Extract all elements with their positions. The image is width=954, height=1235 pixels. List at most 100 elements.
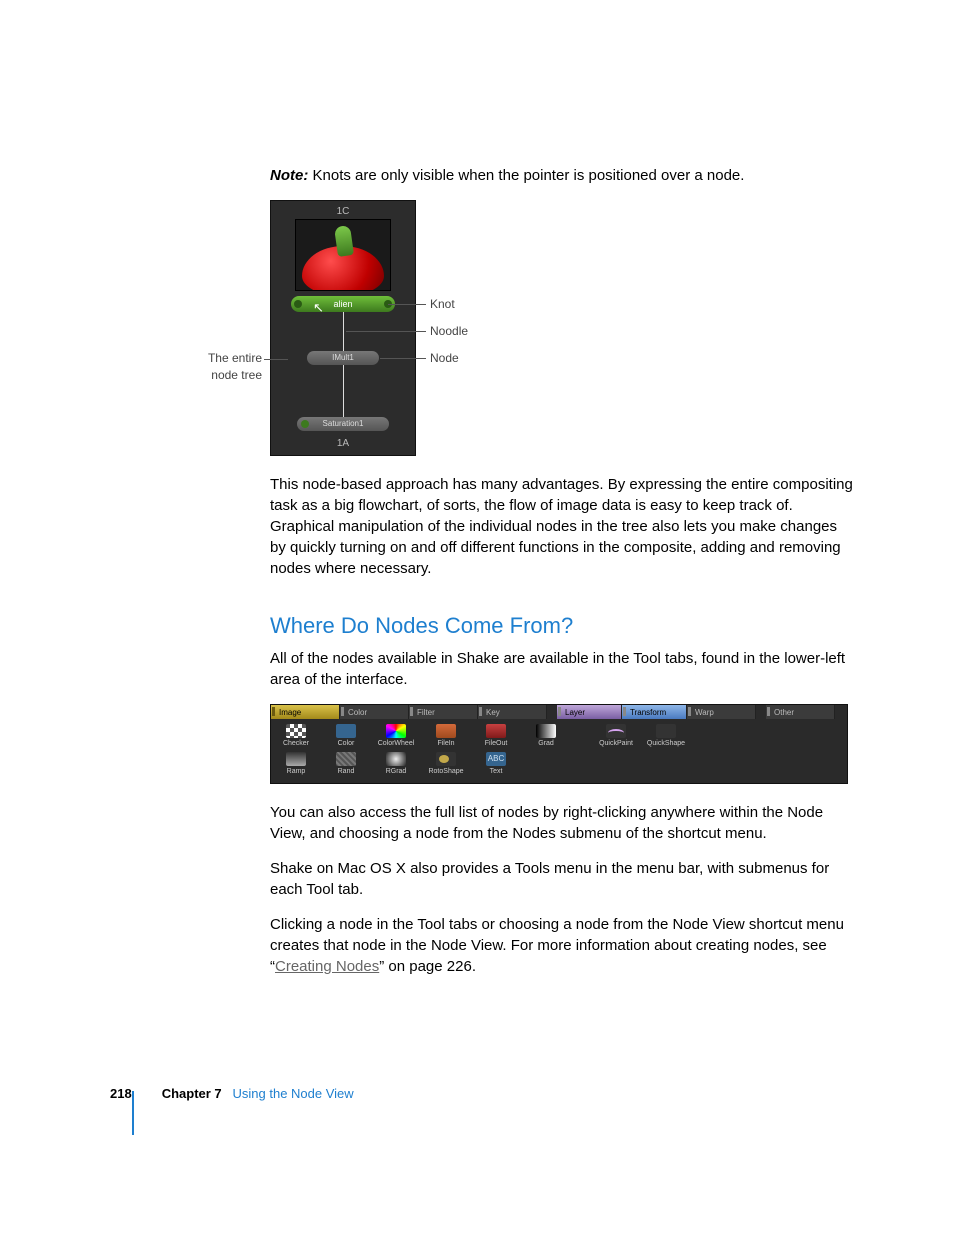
lead-node: [380, 358, 426, 359]
footer-title: Using the Node View: [233, 1086, 354, 1101]
tool-checker[interactable]: Checker: [271, 721, 321, 749]
tool-rgrad[interactable]: RGrad: [371, 749, 421, 777]
tab-key[interactable]: Key: [478, 705, 547, 719]
tool-tabs-bar: Image Color Filter Key Layer Transform W…: [271, 705, 847, 719]
tab-other[interactable]: Other: [766, 705, 835, 719]
callout-knot: Knot: [430, 296, 455, 313]
link-creating-nodes[interactable]: Creating Nodes: [275, 958, 379, 975]
tab-warp-label: Warp: [695, 708, 714, 717]
ramp-icon: [286, 752, 306, 766]
tab-color-label: Color: [348, 708, 367, 717]
tool-text-label: Text: [490, 767, 503, 777]
tab-key-label: Key: [486, 708, 500, 717]
node-alien[interactable]: alien: [291, 296, 395, 312]
rand-icon: [336, 752, 356, 766]
filein-icon: [436, 724, 456, 738]
node-alien-label: alien: [333, 298, 352, 311]
node-thumbnail: [295, 219, 391, 291]
tool-rand-label: Rand: [338, 767, 355, 777]
nodeview-bottom-label: 1A: [271, 437, 415, 451]
note-label: Note:: [270, 167, 308, 184]
tool-color-label: Color: [338, 739, 355, 749]
tab-filter-label: Filter: [417, 708, 435, 717]
callout-left: The entire node tree: [190, 350, 262, 384]
node-saturation-label: Saturation1: [323, 418, 364, 429]
paragraph-rightclick: You can also access the full list of nod…: [270, 802, 854, 844]
note-paragraph: Note: Knots are only visible when the po…: [270, 165, 854, 186]
tab-transform[interactable]: Transform: [622, 705, 687, 719]
quickpaint-icon: [606, 724, 626, 738]
rotoshape-icon: [436, 752, 456, 766]
nodeview-top-label: 1C: [271, 205, 415, 219]
rgrad-icon: [386, 752, 406, 766]
tool-grad-label: Grad: [538, 739, 554, 749]
footer-chapter: Chapter 7: [162, 1086, 222, 1101]
lead-knot: [388, 304, 426, 305]
node-saturation[interactable]: Saturation1: [297, 417, 389, 431]
page: Note: Knots are only visible when the po…: [0, 0, 954, 1235]
tab-layer[interactable]: Layer: [557, 705, 622, 719]
knot-left-icon[interactable]: [294, 300, 302, 308]
tool-quickshape-label: QuickShape: [647, 739, 685, 749]
tool-rotoshape-label: RotoShape: [428, 767, 463, 777]
text-icon: ABC: [486, 752, 506, 766]
tool-filein-label: FileIn: [437, 739, 454, 749]
grad-icon: [536, 724, 556, 738]
figure-node-tree: 1C alien IMult1 Saturation1: [270, 200, 854, 456]
tab-layer-label: Layer: [565, 708, 585, 717]
noodle-2: [343, 365, 344, 417]
tool-colorwheel[interactable]: ColorWheel: [371, 721, 421, 749]
paragraph-macosx: Shake on Mac OS X also provides a Tools …: [270, 858, 854, 900]
callout-left-l2: node tree: [190, 367, 262, 384]
tool-ramp-label: Ramp: [287, 767, 306, 777]
node-view-panel: 1C alien IMult1 Saturation1: [270, 200, 416, 456]
fileout-icon: [486, 724, 506, 738]
tool-grad[interactable]: Grad: [521, 721, 571, 749]
tab-color[interactable]: Color: [340, 705, 409, 719]
tool-quickshape[interactable]: QuickShape: [641, 721, 691, 749]
knot-icon[interactable]: [301, 420, 309, 428]
node-imult-label: IMult1: [332, 352, 354, 363]
page-number: 218: [110, 1085, 132, 1103]
heading-where-nodes: Where Do Nodes Come From?: [270, 611, 854, 642]
noodle-1: [343, 312, 344, 351]
tool-text[interactable]: ABCText: [471, 749, 521, 777]
tool-grid: Checker Color ColorWheel FileIn FileOut …: [271, 719, 847, 777]
quickshape-icon: [656, 724, 676, 738]
paragraph-tooltabs: All of the nodes available in Shake are …: [270, 648, 854, 690]
colorwheel-icon: [386, 724, 406, 738]
tool-fileout[interactable]: FileOut: [471, 721, 521, 749]
color-icon: [336, 724, 356, 738]
alien-graphic-stem: [334, 225, 354, 257]
tab-warp[interactable]: Warp: [687, 705, 756, 719]
callout-node: Node: [430, 350, 459, 367]
tool-checker-label: Checker: [283, 739, 309, 749]
lead-noodle: [346, 331, 426, 332]
tool-color[interactable]: Color: [321, 721, 371, 749]
tool-filein[interactable]: FileIn: [421, 721, 471, 749]
content-column: Note: Knots are only visible when the po…: [270, 165, 854, 991]
tool-quickpaint[interactable]: QuickPaint: [591, 721, 641, 749]
page-footer: 218 Chapter 7 Using the Node View: [110, 1085, 354, 1103]
callout-noodle: Noodle: [430, 323, 468, 340]
note-text: Knots are only visible when the pointer …: [313, 167, 745, 184]
tool-rand[interactable]: Rand: [321, 749, 371, 777]
tool-ramp[interactable]: Ramp: [271, 749, 321, 777]
paragraph-creating: Clicking a node in the Tool tabs or choo…: [270, 914, 854, 977]
tab-image[interactable]: Image: [271, 705, 340, 719]
tab-transform-label: Transform: [630, 708, 666, 717]
tool-colorwheel-label: ColorWheel: [378, 739, 415, 749]
paragraph-advantages: This node-based approach has many advant…: [270, 474, 854, 579]
para5-b: ” on page 226.: [379, 958, 476, 975]
tool-quickpaint-label: QuickPaint: [599, 739, 633, 749]
tab-image-label: Image: [279, 708, 301, 717]
footer-rule: [132, 1091, 134, 1135]
checker-icon: [286, 724, 306, 738]
lead-left: [264, 359, 288, 360]
tab-filter[interactable]: Filter: [409, 705, 478, 719]
node-imult[interactable]: IMult1: [307, 351, 379, 365]
tool-fileout-label: FileOut: [485, 739, 508, 749]
tool-rotoshape[interactable]: RotoShape: [421, 749, 471, 777]
tool-rgrad-label: RGrad: [386, 767, 407, 777]
tab-other-label: Other: [774, 708, 794, 717]
